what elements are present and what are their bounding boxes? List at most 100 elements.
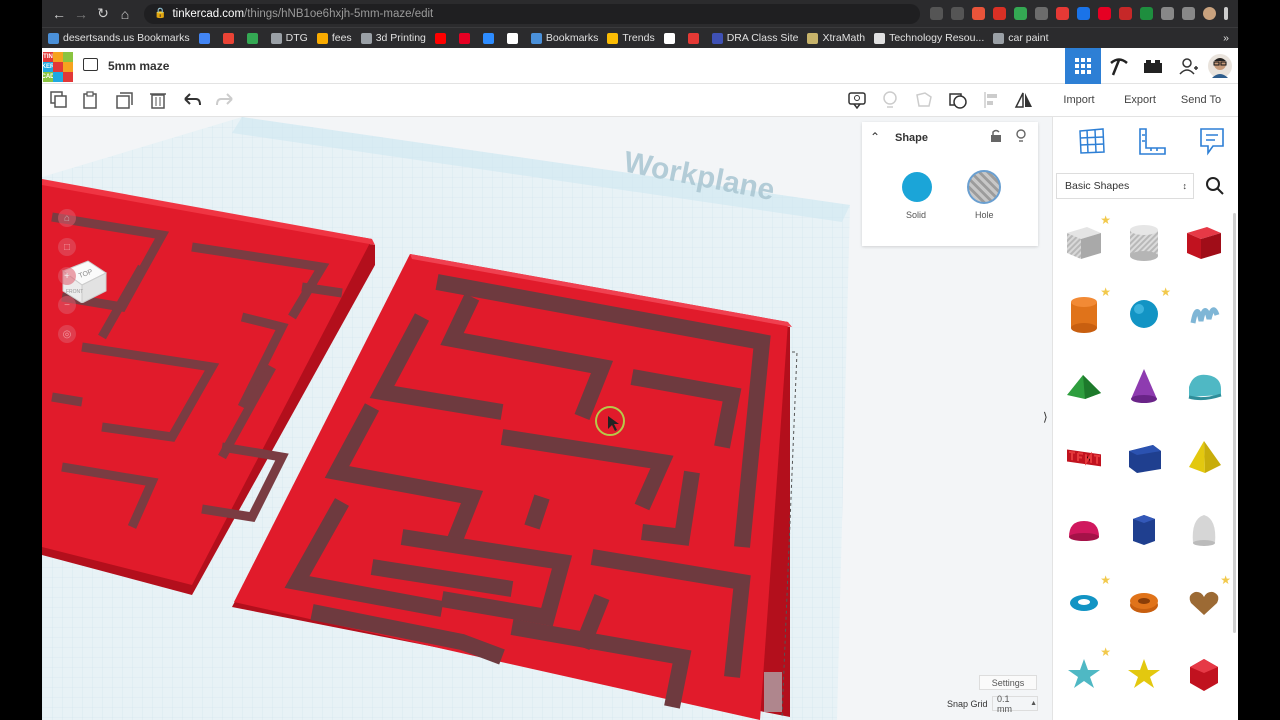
project-title[interactable]: 5mm maze: [108, 59, 169, 73]
back-icon[interactable]: ←: [48, 3, 70, 25]
library-scrollbar[interactable]: [1233, 213, 1236, 633]
bookmark-item[interactable]: Technology Resou...: [874, 32, 984, 44]
shape-star-yellow[interactable]: [1117, 647, 1171, 701]
bricks-button[interactable]: [1135, 48, 1171, 84]
delete-button[interactable]: [148, 90, 168, 110]
collapse-panel-icon[interactable]: ⟩: [1043, 410, 1048, 424]
solid-button[interactable]: [902, 172, 932, 202]
shape-polygon[interactable]: [1117, 503, 1171, 557]
workplane-tool-button[interactable]: [1077, 127, 1107, 160]
share-icon[interactable]: [930, 7, 943, 20]
bookmark-item[interactable]: [246, 32, 262, 44]
paste-button[interactable]: [81, 90, 101, 110]
zoom-out-icon[interactable]: −: [58, 296, 76, 314]
blocks-button[interactable]: [1101, 48, 1137, 84]
star-icon[interactable]: [951, 7, 964, 20]
kebab-menu-icon[interactable]: [1224, 7, 1228, 20]
shape-box[interactable]: [1177, 215, 1231, 269]
design-menu-icon[interactable]: [83, 58, 98, 71]
shape-paraboloid[interactable]: [1177, 503, 1231, 557]
shape-round-roof[interactable]: [1177, 359, 1231, 413]
shape-cone[interactable]: [1117, 359, 1171, 413]
notes-tool-button[interactable]: [1199, 127, 1225, 162]
bookmark-item[interactable]: 3d Printing: [360, 32, 426, 44]
extension-icon[interactable]: [1140, 7, 1153, 20]
notes-button[interactable]: [847, 90, 867, 110]
bookmark-item[interactable]: [198, 32, 214, 44]
shape-torus[interactable]: ★: [1057, 573, 1111, 629]
extension-icon[interactable]: [1098, 7, 1111, 20]
bookmark-item[interactable]: car paint: [993, 32, 1049, 44]
lock-icon[interactable]: [990, 129, 1002, 148]
bookmark-item[interactable]: Trends: [607, 32, 655, 44]
workplane-shape-button[interactable]: [914, 90, 934, 110]
forward-icon[interactable]: →: [70, 3, 92, 25]
extension-icon[interactable]: [1077, 7, 1090, 20]
address-bar[interactable]: 🔒 tinkercad.com/things/hNB1oe6hxjh-5mm-m…: [144, 3, 920, 24]
export-button[interactable]: Export: [1113, 89, 1167, 111]
bookmark-item[interactable]: DRA Class Site: [711, 32, 798, 44]
user-avatar[interactable]: [1202, 48, 1238, 84]
align-button[interactable]: [982, 90, 1002, 110]
send-to-button[interactable]: Send To: [1175, 89, 1227, 111]
bookmark-item[interactable]: [222, 32, 238, 44]
collapse-icon[interactable]: ⌃: [870, 130, 880, 144]
light-button[interactable]: [880, 90, 900, 110]
shape-scribble[interactable]: [1177, 287, 1231, 341]
import-button[interactable]: Import: [1053, 89, 1105, 111]
shape-cylinder-hole[interactable]: [1117, 215, 1171, 269]
redo-button[interactable]: [215, 90, 235, 110]
shape-pyramid[interactable]: [1177, 431, 1231, 485]
copy-button[interactable]: [49, 90, 69, 110]
bookmark-item[interactable]: [434, 32, 450, 44]
shape-icosahedron[interactable]: [1177, 647, 1231, 701]
home-view-icon[interactable]: ⌂: [58, 209, 76, 227]
ruler-tool-button[interactable]: [1137, 127, 1167, 162]
shape-star[interactable]: ★: [1057, 645, 1111, 701]
extension-icon[interactable]: [1014, 7, 1027, 20]
settings-button[interactable]: Settings: [979, 675, 1037, 690]
zoom-in-icon[interactable]: +: [58, 267, 76, 285]
shape-box-hole[interactable]: ★: [1057, 213, 1111, 269]
bookmark-item[interactable]: XtraMath: [807, 32, 865, 44]
shape-category-select[interactable]: Basic Shapes ↕: [1056, 173, 1194, 199]
extension-icon[interactable]: [1035, 7, 1048, 20]
sidebar-icon[interactable]: [1182, 7, 1195, 20]
shape-cylinder[interactable]: ★: [1057, 285, 1111, 341]
extension-icon[interactable]: [1119, 7, 1132, 20]
search-button[interactable]: [1204, 175, 1226, 197]
extension-icon[interactable]: [993, 7, 1006, 20]
shape-text[interactable]: [1057, 431, 1111, 485]
shape-roof[interactable]: [1057, 359, 1111, 413]
shape-wedge[interactable]: [1117, 431, 1171, 485]
shape-sphere[interactable]: ★: [1117, 285, 1171, 341]
reload-icon[interactable]: ↻: [92, 3, 114, 25]
fit-view-icon[interactable]: □: [58, 238, 76, 256]
snap-grid-select[interactable]: 0.1 mm ▲: [992, 694, 1038, 714]
avatar-icon[interactable]: [1203, 7, 1216, 20]
bookmark-item[interactable]: [687, 32, 703, 44]
perspective-icon[interactable]: ◎: [58, 325, 76, 343]
bookmark-item[interactable]: [506, 32, 522, 44]
bookmark-item[interactable]: [458, 32, 474, 44]
bookmark-item[interactable]: [482, 32, 498, 44]
bookmark-item[interactable]: fees: [316, 32, 352, 44]
bookmark-item[interactable]: Bookmarks: [530, 32, 598, 44]
shape-half-sphere[interactable]: [1057, 503, 1111, 557]
undo-button[interactable]: [182, 90, 202, 110]
extension-icon[interactable]: [972, 7, 985, 20]
extension-icon[interactable]: [1056, 7, 1069, 20]
home-icon[interactable]: ⌂: [114, 3, 136, 25]
lightbulb-icon[interactable]: [1015, 129, 1027, 148]
mirror-button[interactable]: [1014, 90, 1034, 110]
bookmark-item[interactable]: desertsands.us Bookmarks: [48, 32, 190, 44]
grid-view-button[interactable]: [1065, 48, 1101, 84]
hole-button[interactable]: [967, 170, 1001, 204]
more-bookmarks-icon[interactable]: »: [1223, 32, 1229, 44]
tinkercad-logo[interactable]: TIN KER CAD: [42, 52, 73, 82]
duplicate-button[interactable]: [115, 90, 135, 110]
group-button[interactable]: [948, 90, 968, 110]
bookmark-item[interactable]: DTG: [270, 32, 308, 44]
bookmark-item[interactable]: [663, 32, 679, 44]
shape-tube[interactable]: [1117, 575, 1171, 629]
